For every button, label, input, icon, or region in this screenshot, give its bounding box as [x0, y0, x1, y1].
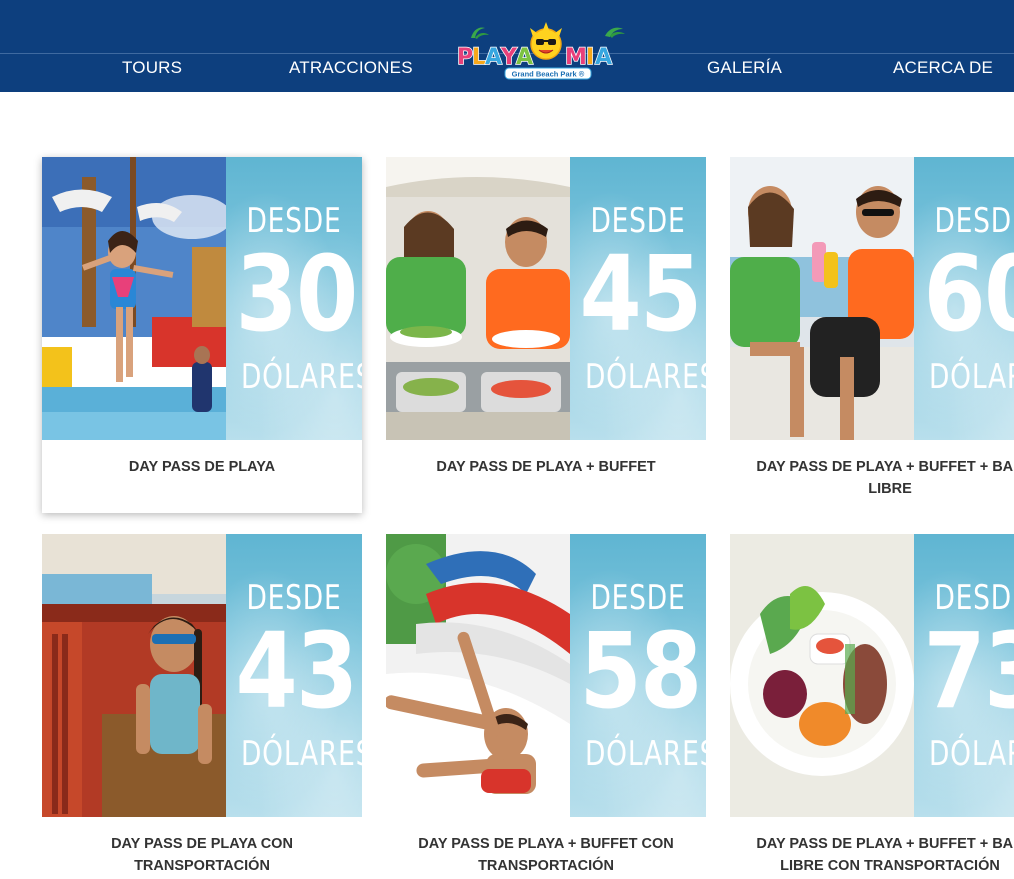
price-value: 43 [235, 610, 359, 732]
price-currency: DÓLARES [240, 734, 362, 774]
price-panel: DESDE 58 DÓLARES [570, 534, 706, 817]
price-value: 30 [235, 233, 359, 355]
price-panel: DESDE 60 DÓLARES [914, 157, 1014, 440]
card-image[interactable]: DESDE 73 DÓLARES [730, 534, 1014, 817]
product-card-day-pass-buffet-bar[interactable]: DESDE 60 DÓLARES DAY PASS DE PLAYA + BUF… [730, 157, 1014, 513]
price-panel: DESDE 43 DÓLARES [226, 534, 362, 817]
card-photo-kids-waterpark [42, 157, 226, 440]
price-value: 60 [923, 233, 1014, 355]
price-panel: DESDE 45 DÓLARES [570, 157, 706, 440]
card-image[interactable]: DESDE 43 DÓLARES [42, 534, 362, 817]
card-photo-girl-pirate-ship [42, 534, 226, 817]
price-currency: DÓLARES [240, 357, 362, 397]
card-image[interactable]: DESDE 45 DÓLARES [386, 157, 706, 440]
svg-text:M: M [565, 45, 587, 70]
price-panel: DESDE 73 DÓLARES [914, 534, 1014, 817]
svg-text:A: A [485, 45, 502, 70]
price-currency: DÓLARES [584, 734, 706, 774]
svg-text:A: A [516, 45, 533, 70]
product-card-day-pass-buffet[interactable]: DESDE 45 DÓLARES DAY PASS DE PLAYA + BUF… [386, 157, 706, 513]
card-image[interactable]: DESDE 58 DÓLARES [386, 534, 706, 817]
svg-text:L: L [472, 45, 486, 70]
nav-link-acerca-de[interactable]: ACERCA DE [893, 58, 993, 78]
price-value: 45 [579, 233, 703, 355]
price-value: 58 [579, 610, 703, 732]
price-value: 73 [923, 610, 1014, 732]
card-photo-water-slide [386, 534, 570, 817]
svg-text:A: A [595, 45, 612, 70]
card-photo-buffet [386, 157, 570, 440]
product-card-day-pass-playa[interactable]: DESDE 30 DÓLARES DAY PASS DE PLAYA [42, 157, 362, 513]
product-card-day-pass-buffet-transportacion[interactable]: DESDE 58 DÓLARES DAY PASS DE PLAYA + BUF… [386, 534, 706, 879]
card-title[interactable]: DAY PASS DE PLAYA + BUFFET [386, 440, 706, 478]
card-title[interactable]: DAY PASS DE PLAYA + BUFFET CON TRANSPORT… [386, 817, 706, 877]
card-photo-salad-plate [730, 534, 914, 817]
card-title[interactable]: DAY PASS DE PLAYA [42, 440, 362, 478]
price-currency: DÓLARES [584, 357, 706, 397]
svg-text:I: I [586, 45, 594, 70]
price-currency: DÓLARES [928, 357, 1014, 397]
card-image[interactable]: DESDE 60 DÓLARES [730, 157, 1014, 440]
product-card-day-pass-transportacion[interactable]: DESDE 43 DÓLARES DAY PASS DE PLAYA CON T… [42, 534, 362, 879]
nav-link-atracciones[interactable]: ATRACCIONES [289, 58, 413, 78]
card-image[interactable]: DESDE 30 DÓLARES [42, 157, 362, 440]
card-photo-couple-drinks [730, 157, 914, 440]
card-title[interactable]: DAY PASS DE PLAYA + BUFFET + BAR LIBRE [730, 440, 1014, 500]
svg-text:P: P [457, 45, 473, 70]
logo-tagline: Grand Beach Park ® [512, 70, 585, 79]
nav-link-galeria[interactable]: GALERÍA [707, 58, 782, 78]
card-title[interactable]: DAY PASS DE PLAYA CON TRANSPORTACIÓN [42, 817, 362, 877]
card-title[interactable]: DAY PASS DE PLAYA + BUFFET + BAR LIBRE C… [730, 817, 1014, 877]
sun-icon [530, 22, 562, 60]
product-card-day-pass-buffet-bar-transportacion[interactable]: DESDE 73 DÓLARES DAY PASS DE PLAYA + BUF… [730, 534, 1014, 879]
nav-link-tours[interactable]: TOURS [122, 58, 182, 78]
playa-mia-logo[interactable]: P L A Y A M I A Grand Beach Park ® [455, 20, 637, 80]
price-panel: DESDE 30 DÓLARES [226, 157, 362, 440]
price-currency: DÓLARES [928, 734, 1014, 774]
site-header: TOURS ATRACCIONES GALERÍA ACERCA DE P L … [0, 0, 1014, 92]
